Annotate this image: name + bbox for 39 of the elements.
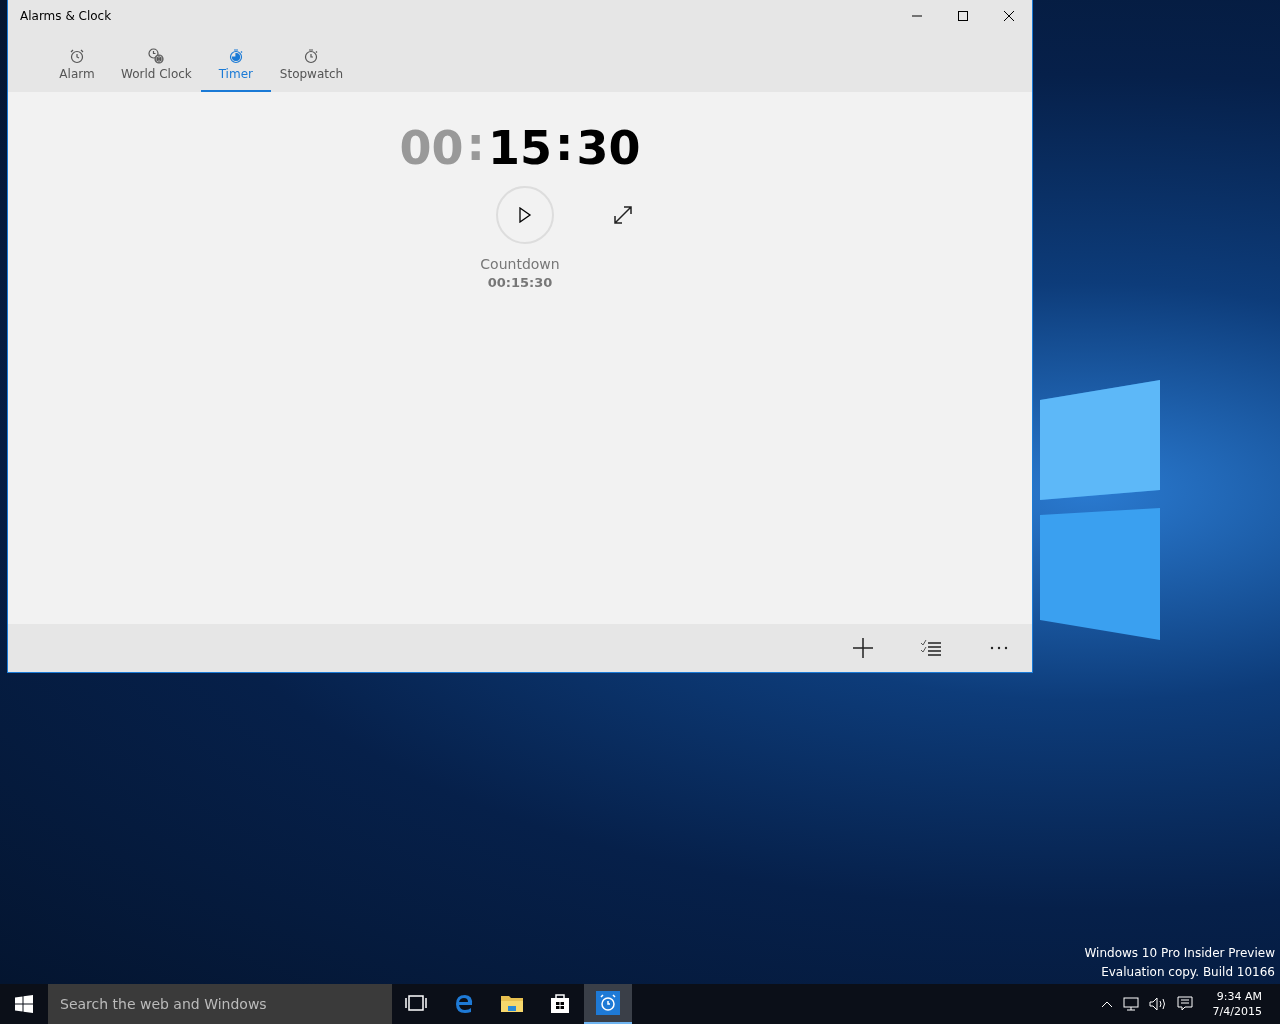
- task-view-icon: [405, 994, 427, 1012]
- time-separator: :: [466, 117, 485, 171]
- tab[interactable]: Stopwatch: [270, 32, 353, 92]
- tab[interactable]: Timer: [200, 32, 271, 92]
- window-title: Alarms & Clock: [20, 9, 112, 23]
- volume-icon[interactable]: [1148, 997, 1167, 1011]
- taskbar-app-button[interactable]: [584, 984, 632, 1024]
- alarm-clock-icon: [69, 47, 85, 64]
- notification-icon[interactable]: [1176, 996, 1193, 1012]
- more-icon: [990, 646, 1008, 650]
- clock-globe-icon: [148, 47, 165, 64]
- stopwatch-icon: [227, 47, 244, 64]
- plus-icon: [852, 637, 874, 659]
- stopwatch-icon: [303, 47, 320, 64]
- clock-date[interactable]: 7/4/2015: [1212, 1004, 1262, 1019]
- play-icon: [517, 207, 532, 223]
- timer-duration: 00:15:30: [487, 275, 553, 290]
- alarm-clock-icon: [596, 991, 620, 1015]
- timer-name: Countdown: [480, 256, 560, 272]
- checklist-icon: [920, 639, 942, 657]
- tab[interactable]: Alarm: [42, 32, 112, 92]
- maximize-icon: [957, 10, 969, 22]
- edition-text: Evaluation copy. Build 10166: [1101, 964, 1275, 981]
- time-separator: :: [555, 117, 574, 171]
- time-digits: 15: [488, 121, 552, 175]
- windows-logo-icon: [15, 995, 33, 1013]
- time-digits: 00: [399, 121, 464, 175]
- expand-icon: [613, 205, 633, 225]
- network-icon[interactable]: [1122, 997, 1139, 1011]
- time-digits: 30: [576, 121, 641, 175]
- browser-e-icon: [453, 992, 475, 1014]
- edition-text: Windows 10 Pro Insider Preview: [1084, 945, 1275, 962]
- close-icon: [1003, 10, 1015, 22]
- clock-time[interactable]: 9:34 AM: [1216, 989, 1262, 1004]
- shopping-bag-icon: [550, 992, 570, 1014]
- folder-icon: [500, 993, 524, 1013]
- search-field[interactable]: Search the web and Windows: [48, 984, 392, 1024]
- chevron-up-icon[interactable]: [1100, 1000, 1113, 1008]
- tab[interactable]: World Clock: [112, 32, 201, 92]
